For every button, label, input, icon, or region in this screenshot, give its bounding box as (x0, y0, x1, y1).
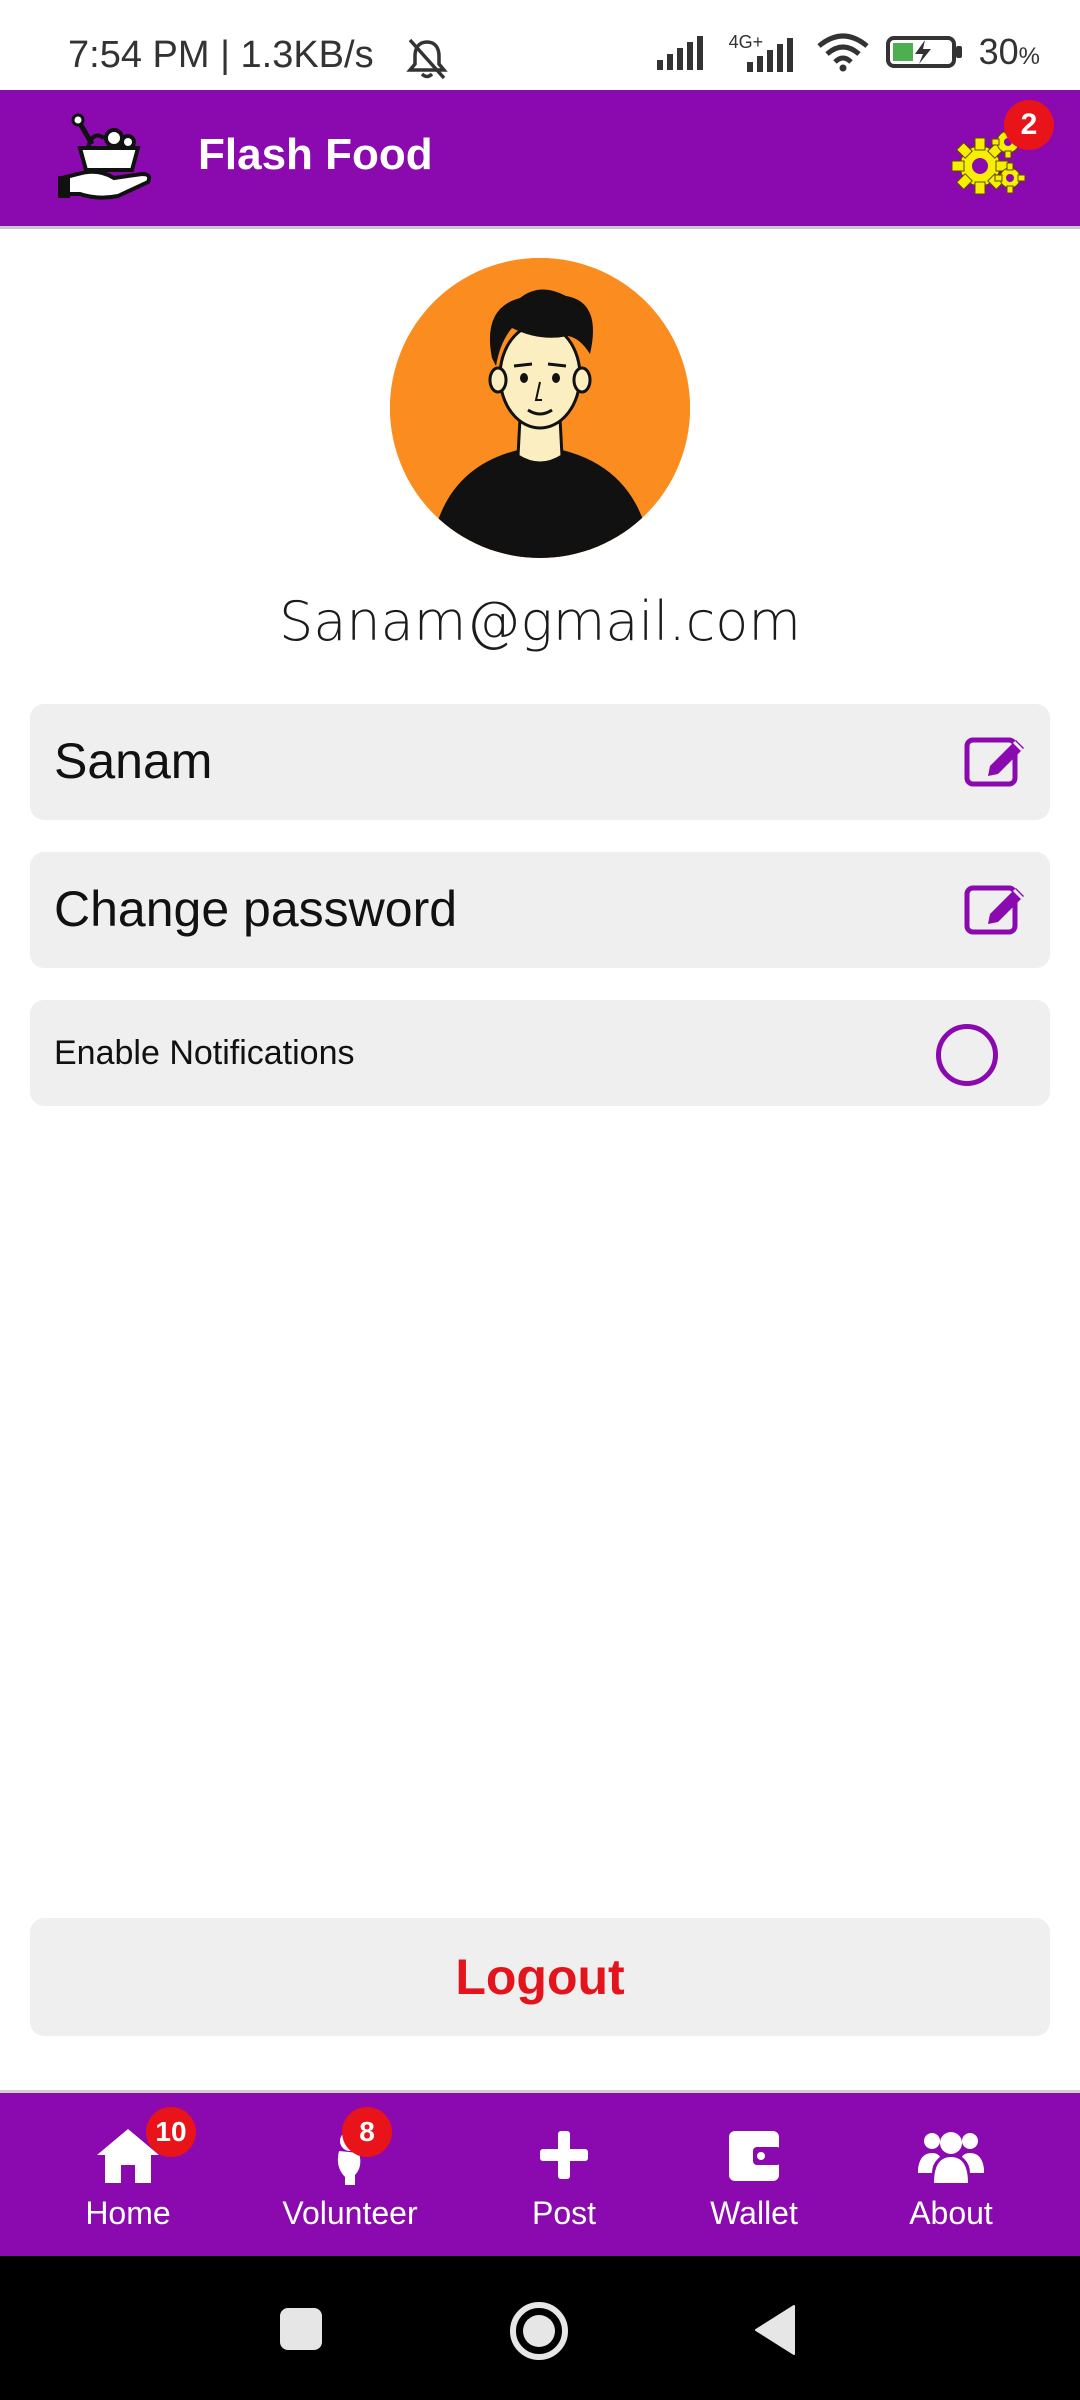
edit-icon[interactable] (964, 732, 1028, 788)
nav-item-wallet[interactable]: Wallet (696, 2093, 812, 2259)
system-navigation-bar (0, 2256, 1080, 2400)
edit-icon[interactable] (964, 880, 1028, 936)
change-password-label: Change password (54, 881, 458, 937)
nav-label-home: Home (85, 2195, 171, 2231)
signal-4g-icon: 4G+ (725, 32, 801, 72)
settings-badge: 2 (1004, 100, 1054, 150)
enable-notifications-label: Enable Notifications (54, 1034, 355, 1072)
nav-item-post[interactable]: Post (512, 2093, 616, 2259)
avatar-illustration (390, 258, 690, 558)
mute-bell-icon (406, 38, 448, 80)
user-email: Sanam@gmail.com (279, 590, 801, 653)
status-icons: 4G+ 30% (655, 30, 1040, 74)
name-row[interactable]: Sanam (30, 704, 1050, 820)
plus-icon (540, 2131, 588, 2179)
app-title: Flash Food (198, 130, 433, 179)
back-icon[interactable] (752, 2304, 796, 2356)
app-bar: Flash Food 2 (0, 90, 1080, 229)
avatar[interactable] (390, 258, 690, 558)
wifi-icon (817, 33, 869, 72)
status-time: 7:54 PM | 1.3KB/s (68, 34, 374, 76)
battery-percent-unit: % (1018, 43, 1040, 70)
notifications-radio[interactable] (936, 1024, 998, 1086)
home-badge: 10 (146, 2107, 196, 2157)
nav-label-volunteer: Volunteer (282, 2195, 418, 2231)
nav-label-wallet: Wallet (710, 2195, 798, 2231)
wallet-icon (729, 2131, 781, 2181)
nav-item-about[interactable]: About (886, 2093, 1016, 2259)
signal-icon (656, 36, 703, 70)
enable-notifications-row[interactable]: Enable Notifications (30, 1000, 1050, 1106)
battery-percent-value: 30 (978, 31, 1019, 72)
users-icon (918, 2132, 984, 2183)
logout-label: Logout (455, 1949, 625, 2005)
logout-button[interactable]: Logout (30, 1918, 1050, 2036)
recents-icon[interactable] (278, 2306, 324, 2352)
status-bar: 7:54 PM | 1.3KB/s 4G+ 30% (0, 0, 1080, 90)
home-system-icon[interactable] (508, 2300, 570, 2362)
bottom-nav: Home 10 Volunteer 8 Post Wallet About (0, 2090, 1080, 2259)
battery-percent: 30% (979, 31, 1040, 73)
nav-label-about: About (909, 2195, 993, 2231)
volunteer-badge: 8 (342, 2107, 392, 2157)
app-logo-icon (58, 113, 152, 200)
battery-charging-icon (885, 36, 962, 68)
nav-label-post: Post (531, 2195, 597, 2231)
name-value: Sanam (54, 733, 213, 789)
change-password-row[interactable]: Change password (30, 852, 1050, 968)
